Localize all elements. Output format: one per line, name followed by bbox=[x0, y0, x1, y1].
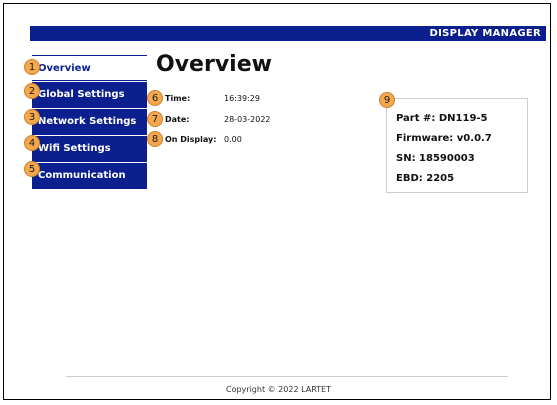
sidebar-item-global-settings[interactable]: Global Settings bbox=[32, 82, 147, 108]
callout-badge-4: 4 bbox=[24, 135, 40, 151]
page-title: Overview bbox=[156, 52, 272, 77]
time-value: 16:39:29 bbox=[224, 94, 260, 103]
callout-badge-2: 2 bbox=[24, 83, 40, 99]
part-number: Part #: DN119-5 bbox=[396, 113, 488, 124]
date-value: 28-03-2022 bbox=[224, 115, 271, 124]
time-label: Time: bbox=[165, 94, 191, 103]
sidebar-item-label: Network Settings bbox=[38, 116, 137, 127]
on-display-value: 0.00 bbox=[224, 135, 242, 144]
sidebar-item-label: Global Settings bbox=[38, 89, 125, 100]
header-title: DISPLAY MANAGER bbox=[429, 28, 541, 39]
sidebar-item-communication[interactable]: Communication bbox=[32, 163, 147, 189]
callout-badge-9: 9 bbox=[379, 92, 395, 108]
sidebar-item-label: Wifi Settings bbox=[38, 143, 111, 154]
sidebar-item-network-settings[interactable]: Network Settings bbox=[32, 109, 147, 135]
sidebar-nav: Overview Global Settings Network Setting… bbox=[32, 55, 147, 190]
on-display-label: On Display: bbox=[165, 135, 217, 144]
callout-badge-5: 5 bbox=[24, 161, 40, 177]
device-info-card: Part #: DN119-5 Firmware: v0.0.7 SN: 185… bbox=[386, 98, 528, 193]
header-bar: DISPLAY MANAGER bbox=[30, 26, 546, 41]
firmware-version: Firmware: v0.0.7 bbox=[396, 133, 492, 144]
callout-badge-8: 8 bbox=[147, 131, 163, 147]
sidebar-item-overview[interactable]: Overview bbox=[32, 55, 147, 81]
ebd-code: EBD: 2205 bbox=[396, 173, 455, 184]
callout-badge-1: 1 bbox=[24, 59, 40, 75]
date-label: Date: bbox=[165, 115, 190, 124]
serial-number: SN: 18590003 bbox=[396, 153, 475, 164]
sidebar-item-label: Overview bbox=[38, 63, 91, 74]
sidebar-item-label: Communication bbox=[38, 170, 126, 181]
callout-badge-6: 6 bbox=[147, 90, 163, 106]
footer-copyright: Copyright © 2022 LARTET bbox=[226, 385, 331, 394]
sidebar-item-wifi-settings[interactable]: Wifi Settings bbox=[32, 136, 147, 162]
callout-badge-7: 7 bbox=[147, 111, 163, 127]
footer-divider bbox=[66, 376, 508, 377]
callout-badge-3: 3 bbox=[24, 109, 40, 125]
